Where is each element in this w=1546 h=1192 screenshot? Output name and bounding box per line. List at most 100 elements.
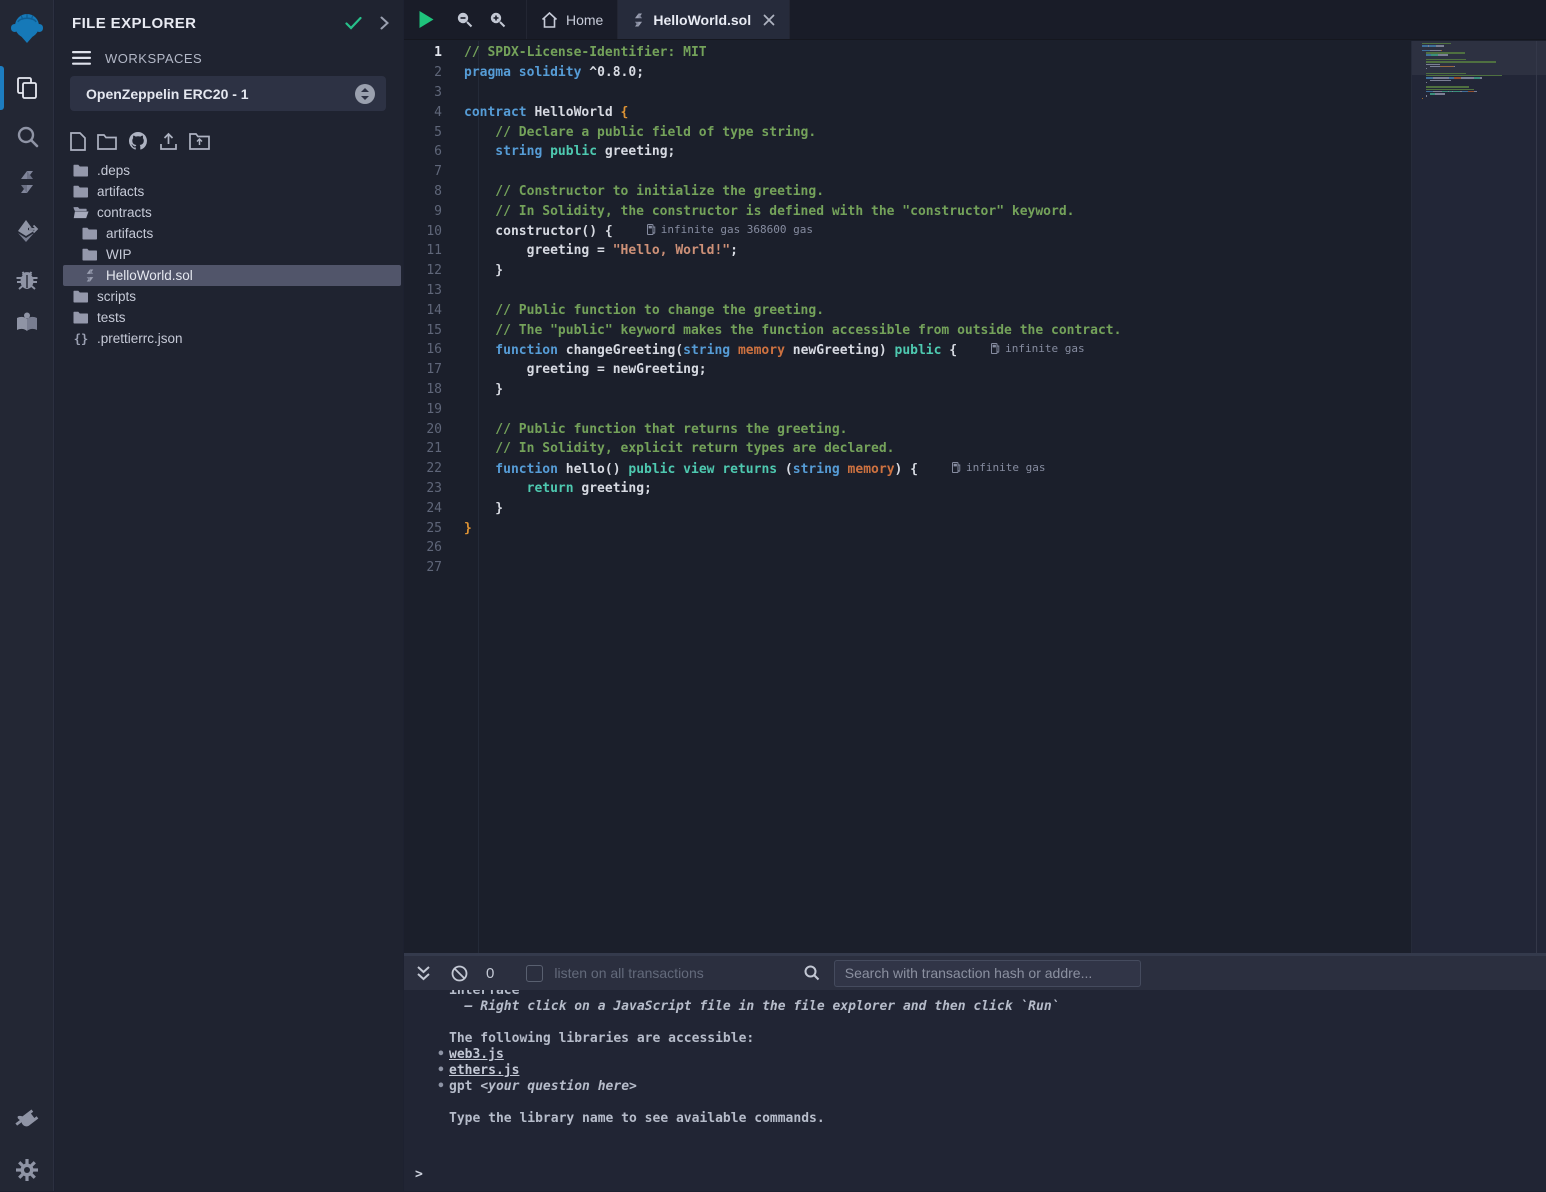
remix-logo-icon[interactable] xyxy=(0,6,54,50)
line-number: 11 xyxy=(404,243,464,258)
code-line-2[interactable]: 2pragma solidity ^0.8.0; xyxy=(404,63,1411,83)
code-line-23[interactable]: 23 return greeting; xyxy=(404,479,1411,499)
terminal-search-input[interactable] xyxy=(834,960,1141,987)
code-line-11[interactable]: 11 greeting = "Hello, World!"; xyxy=(404,241,1411,261)
tab-home[interactable]: Home xyxy=(526,0,618,39)
terminal-line: – Right click on a JavaScript file in th… xyxy=(449,999,1546,1015)
fuel-pump-icon xyxy=(647,224,656,235)
minimap[interactable] xyxy=(1422,43,1522,105)
tree-item-artifacts[interactable]: artifacts xyxy=(55,223,403,244)
learneth-icon[interactable] xyxy=(0,300,54,344)
workspaces-menu-icon[interactable] xyxy=(72,51,91,65)
check-icon[interactable] xyxy=(345,16,362,30)
load-folder-icon[interactable] xyxy=(189,132,210,150)
zoom-in-icon[interactable] xyxy=(481,0,514,39)
code-line-26[interactable]: 26 xyxy=(404,538,1411,558)
search-icon[interactable] xyxy=(0,114,54,158)
double-chevron-down-icon[interactable] xyxy=(416,965,431,981)
code-text: greeting = "Hello, World!"; xyxy=(464,243,738,258)
code-line-19[interactable]: 19 xyxy=(404,399,1411,419)
search-icon xyxy=(804,965,820,981)
tree-item-artifacts[interactable]: artifacts xyxy=(55,181,403,202)
gas-estimate-badge: infinite gas 368600 gas xyxy=(647,223,813,236)
deploy-run-icon[interactable] xyxy=(0,209,54,253)
code-line-10[interactable]: 10 constructor() {infinite gas 368600 ga… xyxy=(404,221,1411,241)
library-link-web3-js[interactable]: web3.js xyxy=(449,1047,504,1062)
code-line-27[interactable]: 27 xyxy=(404,558,1411,578)
terminal-toolbar: 0 listen on all transactions xyxy=(404,956,1546,990)
settings-gear-icon[interactable] xyxy=(0,1148,54,1192)
line-number: 19 xyxy=(404,402,464,417)
tree-item--deps[interactable]: .deps xyxy=(55,160,403,181)
library-link-ethers-js[interactable]: ethers.js xyxy=(449,1063,519,1078)
code-text: function hello() public view returns (st… xyxy=(464,461,1046,477)
code-line-22[interactable]: 22 function hello() public view returns … xyxy=(404,459,1411,479)
line-number: 4 xyxy=(404,105,464,120)
code-line-3[interactable]: 3 xyxy=(404,83,1411,103)
workspace-select[interactable]: OpenZeppelin ERC20 - 1 xyxy=(70,76,386,111)
workspaces-label: WORKSPACES xyxy=(105,51,202,66)
new-file-icon[interactable] xyxy=(70,132,86,151)
editor-area: Home HelloWorld.sol 1// SPDX-License-Ide… xyxy=(404,0,1546,1191)
code-text: } xyxy=(464,501,503,516)
listen-checkbox[interactable] xyxy=(526,965,543,982)
new-folder-icon[interactable] xyxy=(97,133,117,150)
folder-icon xyxy=(73,185,89,198)
terminal: 0 listen on all transactions interface –… xyxy=(404,953,1546,1191)
code-line-24[interactable]: 24 } xyxy=(404,498,1411,518)
zoom-out-icon[interactable] xyxy=(448,0,481,39)
code-line-15[interactable]: 15 // The "public" keyword makes the fun… xyxy=(404,320,1411,340)
clear-circle-slash-icon[interactable] xyxy=(451,965,468,982)
terminal-line: interface xyxy=(449,990,1546,999)
plugin-manager-icon[interactable] xyxy=(0,1098,54,1142)
code-line-17[interactable]: 17 greeting = newGreeting; xyxy=(404,360,1411,380)
code-line-9[interactable]: 9 // In Solidity, the constructor is def… xyxy=(404,201,1411,221)
code-line-12[interactable]: 12 } xyxy=(404,261,1411,281)
file-tree: .depsartifactscontractsartifactsWIPHello… xyxy=(55,160,403,349)
braces-icon: {} xyxy=(73,332,89,346)
file-explorer-icon[interactable] xyxy=(0,66,54,110)
upload-file-icon[interactable] xyxy=(159,132,178,151)
code-line-5[interactable]: 5 // Declare a public field of type stri… xyxy=(404,122,1411,142)
tree-item-contracts[interactable]: contracts xyxy=(55,202,403,223)
tree-item-label: tests xyxy=(97,310,126,325)
tab-helloworld-sol[interactable]: HelloWorld.sol xyxy=(618,0,790,39)
terminal-line xyxy=(449,1095,1546,1111)
listen-label: listen on all transactions xyxy=(554,965,703,981)
code-line-20[interactable]: 20 // Public function that returns the g… xyxy=(404,419,1411,439)
code-line-25[interactable]: 25} xyxy=(404,518,1411,538)
code-line-7[interactable]: 7 xyxy=(404,162,1411,182)
close-icon[interactable] xyxy=(763,14,775,26)
run-play-icon[interactable] xyxy=(404,0,448,39)
solidity-compiler-icon[interactable] xyxy=(0,160,54,204)
tree-item--prettierrc-json[interactable]: {}.prettierrc.json xyxy=(55,328,403,349)
terminal-prompt[interactable]: > xyxy=(415,1167,423,1183)
code-line-6[interactable]: 6 string public greeting; xyxy=(404,142,1411,162)
tree-item-tests[interactable]: tests xyxy=(55,307,403,328)
tree-item-wip[interactable]: WIP xyxy=(55,244,403,265)
code-line-1[interactable]: 1// SPDX-License-Identifier: MIT xyxy=(404,43,1411,63)
tree-item-label: contracts xyxy=(97,205,152,220)
code-line-16[interactable]: 16 function changeGreeting(string memory… xyxy=(404,340,1411,360)
tab-label: HelloWorld.sol xyxy=(653,12,751,28)
line-number: 23 xyxy=(404,481,464,496)
tree-item-label: HelloWorld.sol xyxy=(106,268,193,283)
code-line-13[interactable]: 13 xyxy=(404,281,1411,301)
code-line-18[interactable]: 18 } xyxy=(404,380,1411,400)
tree-item-helloworld-sol[interactable]: HelloWorld.sol xyxy=(63,265,401,286)
code-line-4[interactable]: 4contract HelloWorld { xyxy=(404,102,1411,122)
line-number: 20 xyxy=(404,422,464,437)
line-number: 3 xyxy=(404,85,464,100)
terminal-output: interface – Right click on a JavaScript … xyxy=(404,990,1546,1191)
code-editor[interactable]: 1// SPDX-License-Identifier: MIT2pragma … xyxy=(404,41,1411,953)
code-line-14[interactable]: 14 // Public function to change the gree… xyxy=(404,300,1411,320)
line-number: 10 xyxy=(404,224,464,239)
code-line-21[interactable]: 21 // In Solidity, explicit return types… xyxy=(404,439,1411,459)
github-icon[interactable] xyxy=(128,131,148,151)
tree-item-label: artifacts xyxy=(97,184,144,199)
solidity-icon xyxy=(82,268,98,283)
code-line-8[interactable]: 8 // Constructor to initialize the greet… xyxy=(404,182,1411,202)
chevron-right-icon[interactable] xyxy=(380,16,389,30)
tree-item-scripts[interactable]: scripts xyxy=(55,286,403,307)
debugger-icon[interactable] xyxy=(0,257,54,301)
